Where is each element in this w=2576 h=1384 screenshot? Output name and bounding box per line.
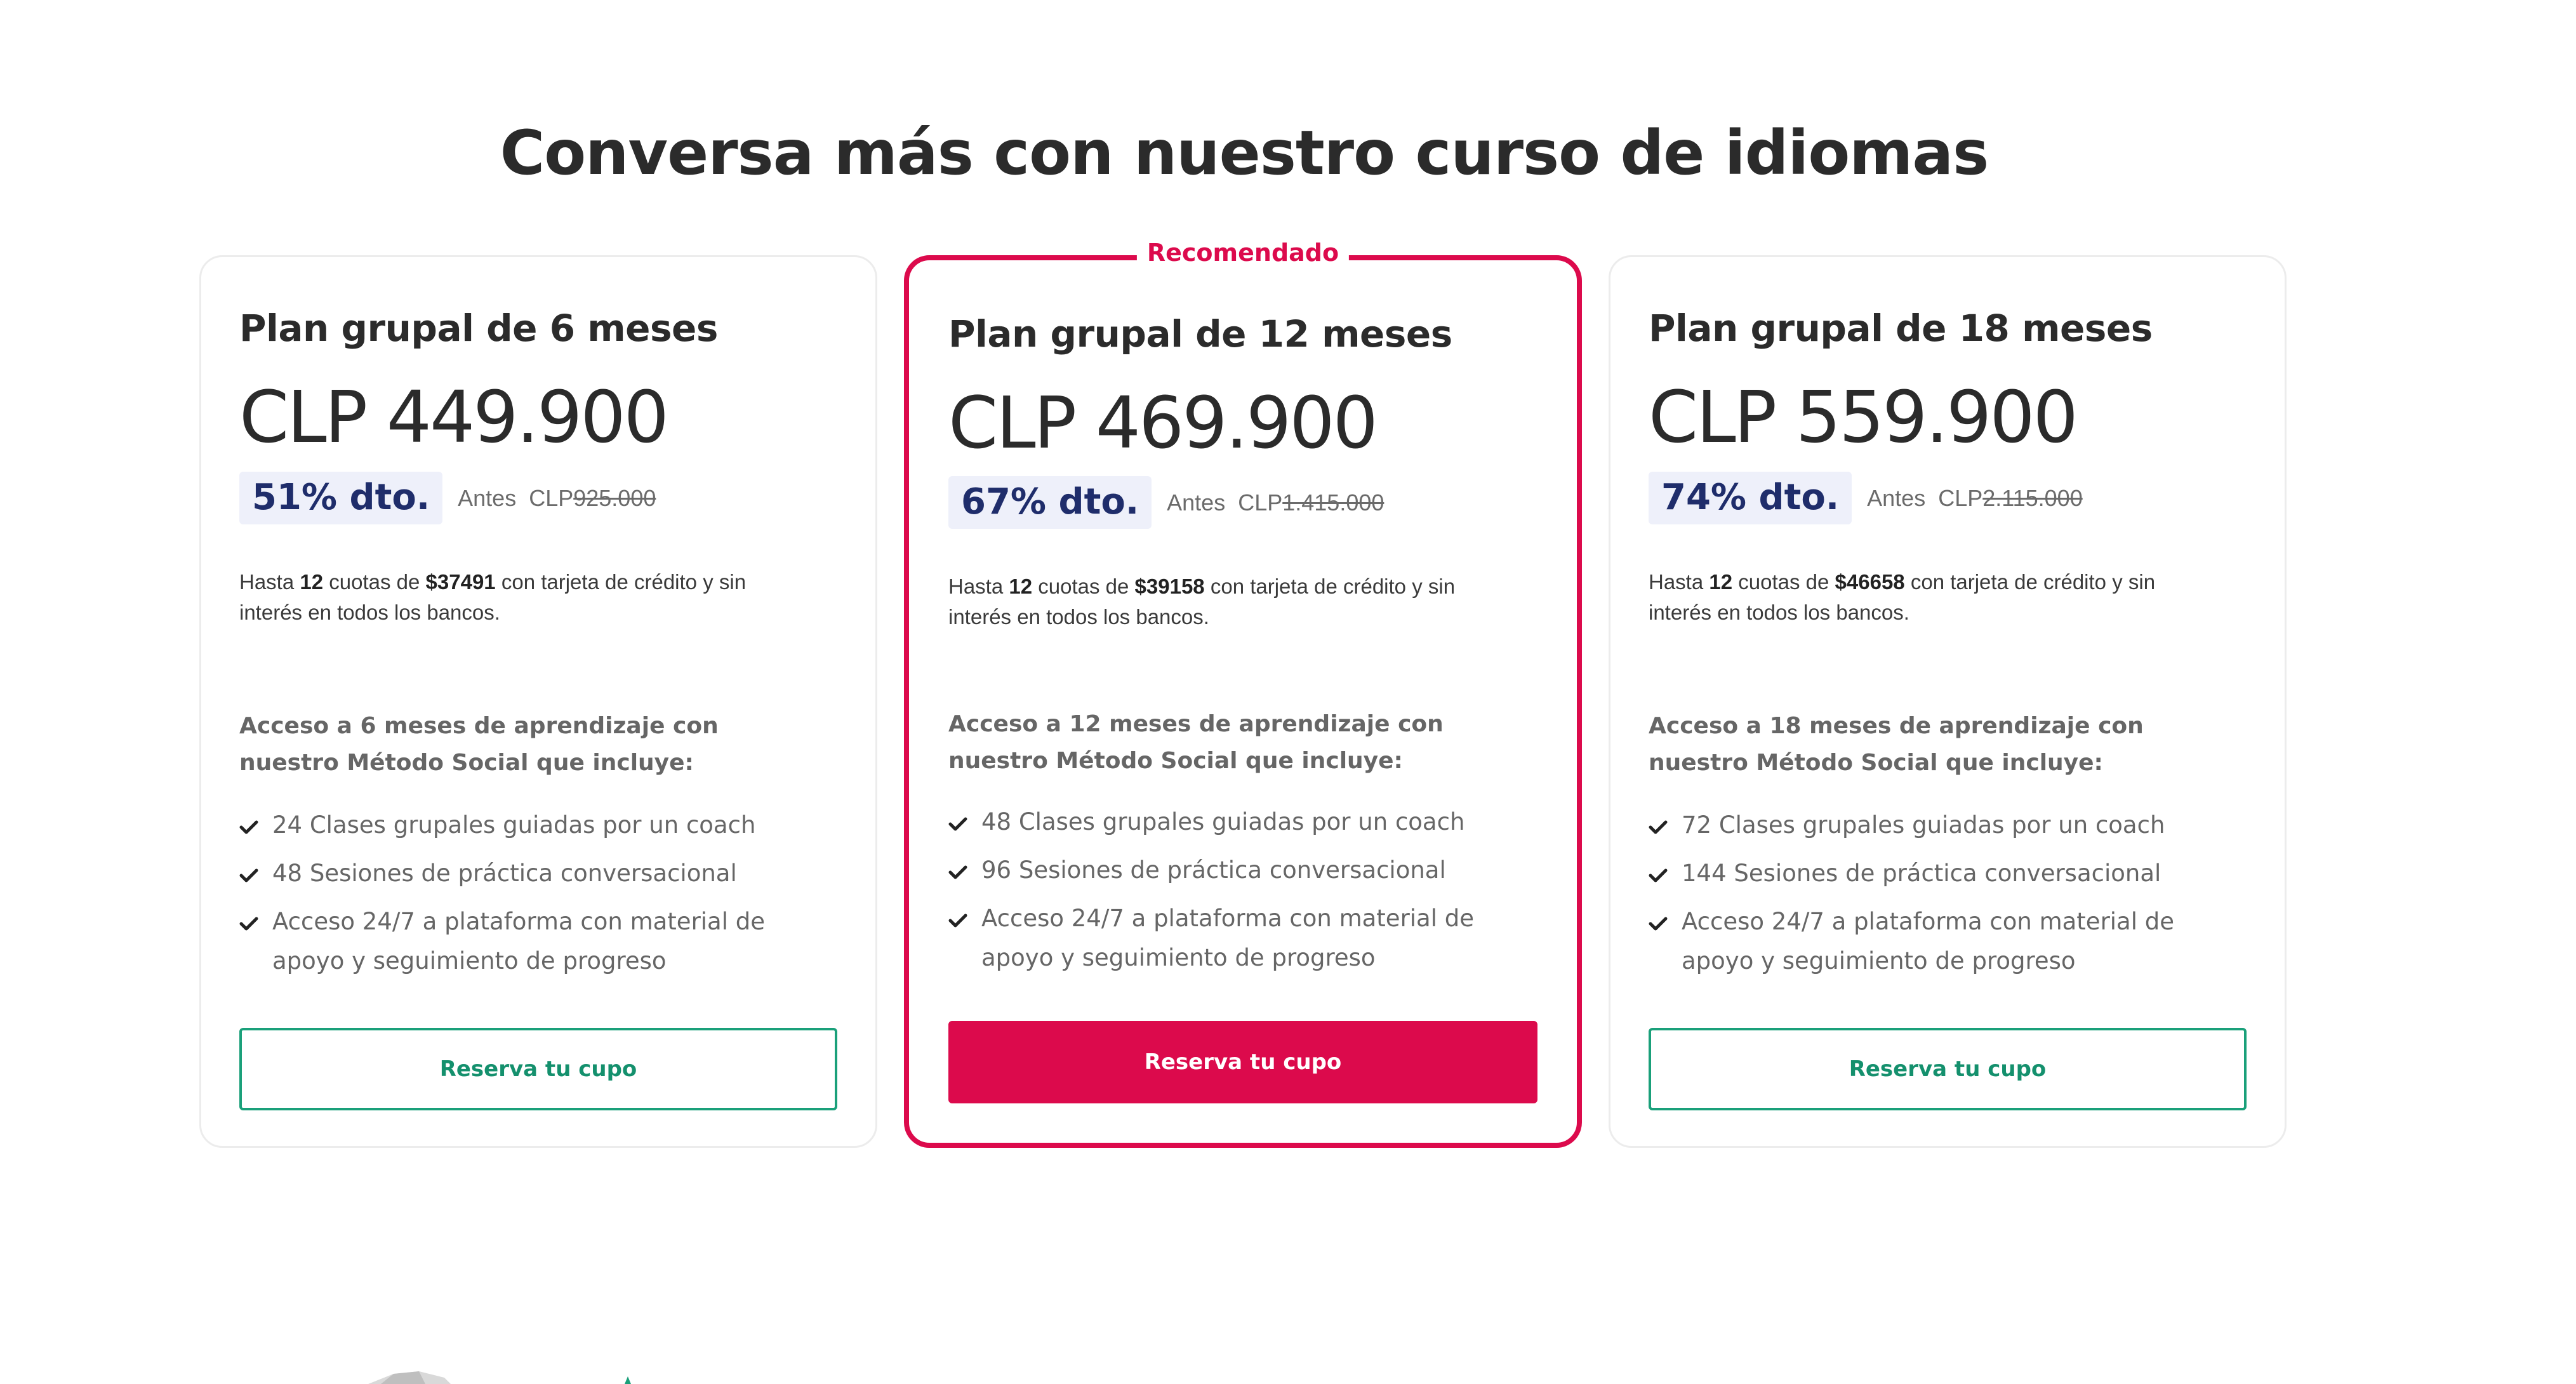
feature-text: 48 Clases grupales guiadas por un coach bbox=[981, 808, 1465, 835]
feature-item: 24 Clases grupales guiadas por un coach bbox=[239, 806, 837, 845]
feature-list: 24 Clases grupales guiadas por un coach … bbox=[239, 806, 837, 990]
partial-illustration bbox=[368, 1371, 451, 1384]
discount-row: 74% dto. Antes CLP 2.115.000 bbox=[1649, 472, 2083, 524]
check-icon bbox=[1649, 868, 1668, 882]
plan-card-18-months: Plan grupal de 18 meses CLP 559.900 74% … bbox=[1609, 255, 2287, 1148]
original-price: 1.415.000 bbox=[1282, 489, 1384, 516]
check-icon bbox=[239, 868, 258, 882]
discount-row: 51% dto. Antes CLP 925.000 bbox=[239, 472, 656, 524]
before-currency: CLP bbox=[1938, 484, 1983, 511]
plan-card-12-months: Recomendado Plan grupal de 12 meses CLP … bbox=[904, 239, 1582, 1148]
feature-text: Acceso 24/7 a plataforma con material de… bbox=[981, 905, 1475, 971]
plan-title: Plan grupal de 12 meses bbox=[948, 312, 1452, 356]
feature-list: 48 Clases grupales guiadas por un coach … bbox=[948, 802, 1537, 987]
before-label: Antes bbox=[1867, 484, 1926, 511]
reserve-button[interactable]: Reserva tu cupo bbox=[239, 1028, 837, 1110]
before-label: Antes bbox=[1167, 489, 1226, 516]
reserve-button[interactable]: Reserva tu cupo bbox=[1649, 1028, 2247, 1110]
feature-item: Acceso 24/7 a plataforma con material de… bbox=[948, 899, 1537, 978]
check-icon bbox=[239, 820, 258, 834]
check-icon bbox=[239, 917, 258, 931]
check-icon bbox=[948, 914, 967, 928]
reserve-button[interactable]: Reserva tu cupo bbox=[948, 1021, 1537, 1103]
installments-count: 12 bbox=[1709, 570, 1733, 594]
installments-text: Hasta bbox=[948, 575, 1009, 598]
feature-text: 96 Sesiones de práctica conversacional bbox=[981, 856, 1446, 884]
plan-title: Plan grupal de 6 meses bbox=[239, 307, 718, 350]
feature-text: 24 Clases grupales guiadas por un coach bbox=[272, 811, 756, 839]
feature-item: Acceso 24/7 a plataforma con material de… bbox=[239, 902, 837, 981]
feature-text: Acceso 24/7 a plataforma con material de… bbox=[1682, 908, 2175, 975]
feature-item: 48 Clases grupales guiadas por un coach bbox=[948, 802, 1537, 842]
installments-text: cuotas de bbox=[323, 570, 426, 594]
installments-count: 12 bbox=[1009, 575, 1033, 598]
feature-text: 72 Clases grupales guiadas por un coach bbox=[1682, 811, 2165, 839]
access-description: Acceso a 18 meses de aprendizaje con nue… bbox=[1649, 713, 2144, 776]
installments-info: Hasta 12 cuotas de $37491 con tarjeta de… bbox=[239, 567, 812, 628]
original-price: 925.000 bbox=[573, 484, 656, 511]
installments-text: Hasta bbox=[1649, 570, 1710, 594]
installment-amount: $37491 bbox=[425, 570, 496, 594]
installments-text: Hasta bbox=[239, 570, 300, 594]
feature-item: Acceso 24/7 a plataforma con material de… bbox=[1649, 902, 2247, 981]
discount-badge: 51% dto. bbox=[239, 472, 443, 524]
installments-text: cuotas de bbox=[1732, 570, 1835, 594]
discount-badge: 67% dto. bbox=[948, 476, 1152, 529]
installment-amount: $39158 bbox=[1134, 575, 1205, 598]
leaf-icon bbox=[625, 1376, 631, 1384]
installments-info: Hasta 12 cuotas de $46658 con tarjeta de… bbox=[1649, 567, 2221, 628]
before-label: Antes bbox=[458, 484, 517, 511]
installments-text: cuotas de bbox=[1032, 575, 1135, 598]
feature-item: 96 Sesiones de práctica conversacional bbox=[948, 851, 1537, 890]
feature-item: 72 Clases grupales guiadas por un coach bbox=[1649, 806, 2247, 845]
check-icon bbox=[948, 865, 967, 879]
plan-price: CLP 449.900 bbox=[239, 376, 669, 459]
feature-text: Acceso 24/7 a plataforma con material de… bbox=[272, 908, 766, 975]
feature-text: 48 Sesiones de práctica conversacional bbox=[272, 860, 737, 887]
feature-list: 72 Clases grupales guiadas por un coach … bbox=[1649, 806, 2247, 990]
before-currency: CLP bbox=[529, 484, 574, 511]
discount-badge: 74% dto. bbox=[1649, 472, 1852, 524]
before-currency: CLP bbox=[1238, 489, 1283, 516]
installments-count: 12 bbox=[300, 570, 324, 594]
access-description: Acceso a 6 meses de aprendizaje con nues… bbox=[239, 713, 719, 776]
plan-title: Plan grupal de 18 meses bbox=[1649, 307, 2153, 350]
access-description: Acceso a 12 meses de aprendizaje con nue… bbox=[948, 711, 1444, 774]
feature-item: 48 Sesiones de práctica conversacional bbox=[239, 854, 837, 893]
original-price: 2.115.000 bbox=[1982, 484, 2083, 511]
plan-card-6-months: Plan grupal de 6 meses CLP 449.900 51% d… bbox=[199, 255, 877, 1148]
feature-text: 144 Sesiones de práctica conversacional bbox=[1682, 860, 2161, 887]
installment-amount: $46658 bbox=[1835, 570, 1905, 594]
discount-row: 67% dto. Antes CLP 1.415.000 bbox=[948, 476, 1384, 529]
check-icon bbox=[948, 817, 967, 831]
plan-price: CLP 559.900 bbox=[1649, 376, 2078, 459]
feature-item: 144 Sesiones de práctica conversacional bbox=[1649, 854, 2247, 893]
check-icon bbox=[1649, 917, 1668, 931]
plan-price: CLP 469.900 bbox=[948, 382, 1378, 465]
check-icon bbox=[1649, 820, 1668, 834]
page-title: Conversa más con nuestro curso de idioma… bbox=[500, 117, 1989, 189]
installments-info: Hasta 12 cuotas de $39158 con tarjeta de… bbox=[948, 571, 1512, 632]
